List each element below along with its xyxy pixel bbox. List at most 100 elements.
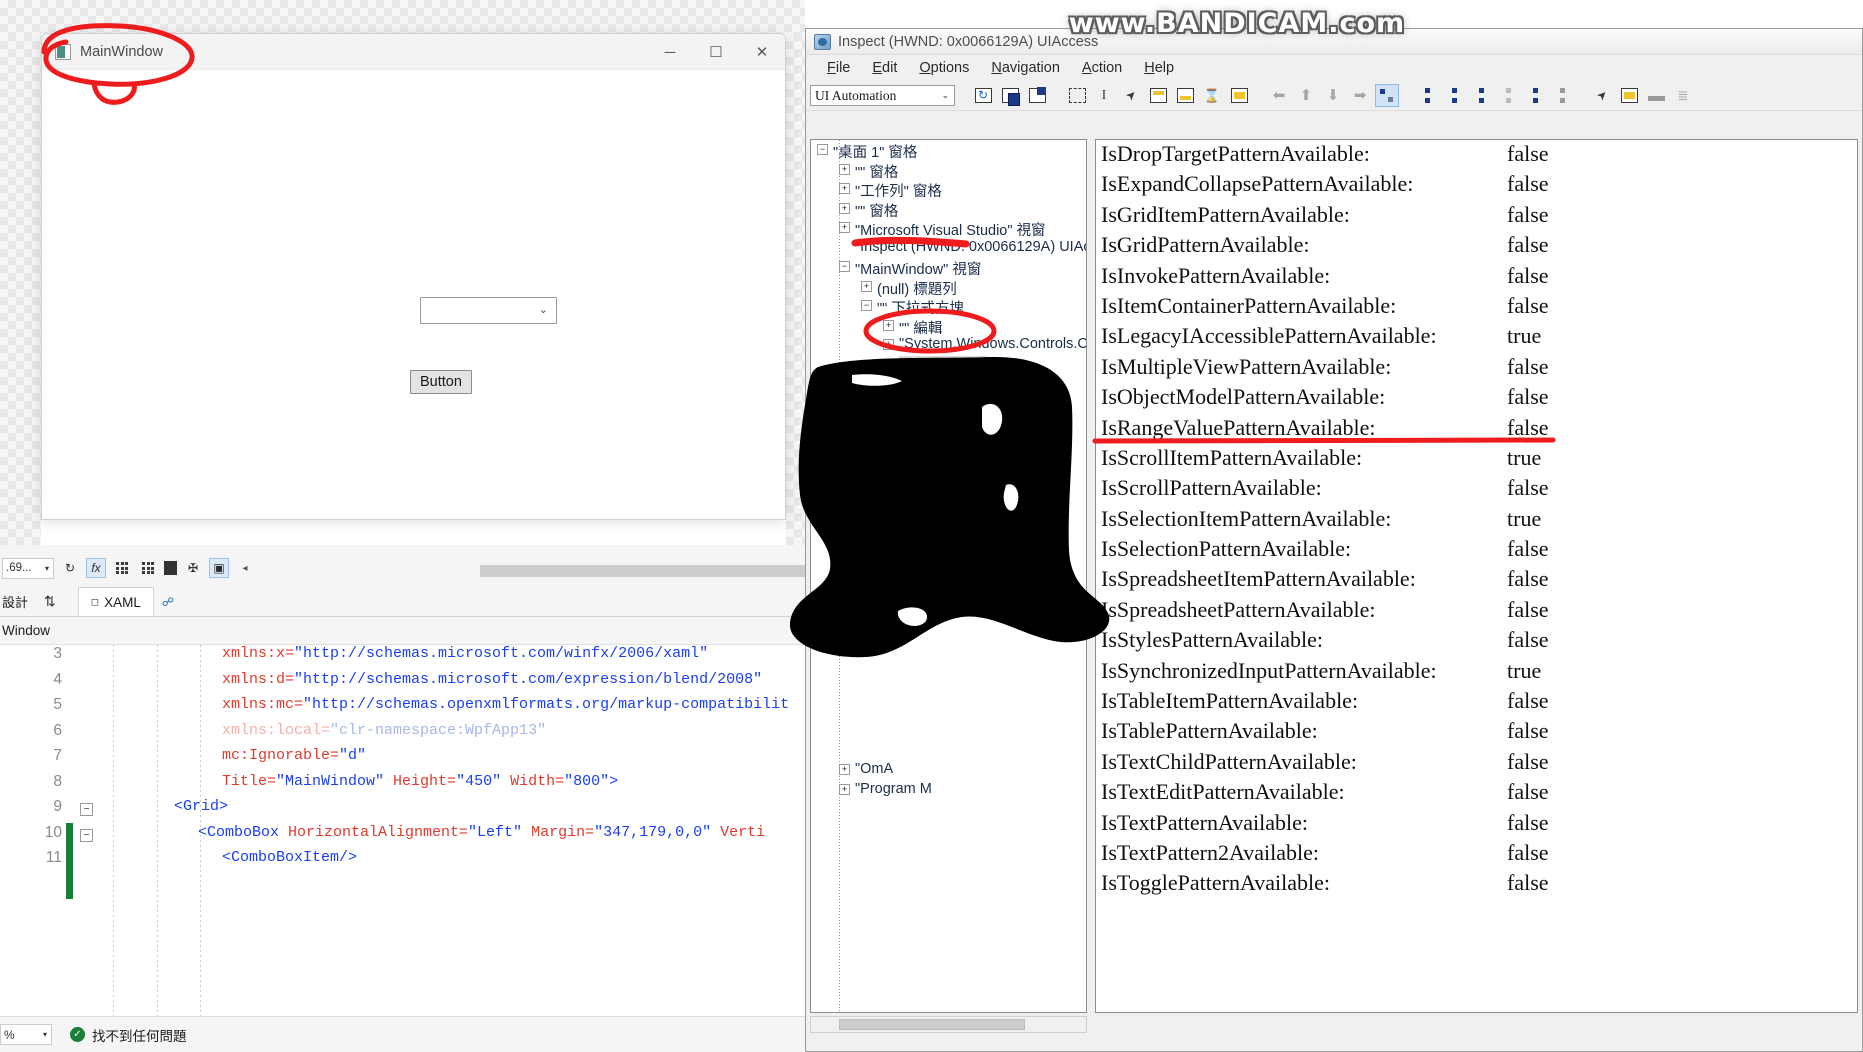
property-row[interactable]: IsTextPatternAvailable: false — [1096, 809, 1857, 839]
collapse-icon[interactable]: − — [80, 803, 93, 816]
pan-icon[interactable]: ▣ — [209, 558, 229, 578]
designer-horizontal-scrollbar[interactable] — [480, 565, 805, 577]
property-row[interactable]: IsTextPattern2Available: false — [1096, 839, 1857, 869]
tree-node[interactable]: + (null) 標題列 — [811, 277, 1086, 298]
design-tab-label[interactable]: 設計 — [2, 592, 28, 611]
chevron-down-icon[interactable]: ▾ — [45, 564, 49, 573]
code-line[interactable]: 5 xmlns:mc="http://schemas.openxmlformats… — [0, 696, 805, 722]
collapse-icon[interactable]: − — [861, 300, 872, 311]
keyboard-icon[interactable] — [1227, 84, 1251, 107]
tree-node[interactable]: − "桌面 1" 窗格 — [811, 140, 1086, 161]
tree-node[interactable]: "Inspect (HWND: 0x0066129A) UIAcces — [811, 238, 1086, 258]
tree-node[interactable]: + "" 窗格 — [811, 199, 1086, 220]
code-line[interactable]: 6 xmlns:local="clr-namespace:WpfApp13" — [0, 722, 805, 748]
highlight-rect-icon[interactable] — [1617, 84, 1641, 107]
property-row[interactable]: IsObjectModelPatternAvailable: false — [1096, 383, 1857, 413]
menu-item-options[interactable]: Options — [908, 58, 980, 78]
property-row[interactable]: IsGridItemPatternAvailable: false — [1096, 201, 1857, 231]
code-line[interactable]: 4 xmlns:d="http://schemas.microsoft.com/e… — [0, 671, 805, 697]
copy-icon[interactable] — [998, 84, 1022, 107]
watch-cursor-icon[interactable] — [1590, 84, 1614, 107]
property-list[interactable]: IsDropTargetPatternAvailable: false IsExpa… — [1095, 139, 1858, 1013]
grid-icon[interactable] — [112, 558, 132, 578]
hourglass-icon[interactable] — [1200, 84, 1224, 107]
focus-icon[interactable] — [1644, 84, 1668, 107]
property-row[interactable]: IsLegacyIAccessiblePatternAvailable: true — [1096, 322, 1857, 352]
property-row[interactable]: IsTextChildPatternAvailable: false — [1096, 748, 1857, 778]
pointer-icon[interactable] — [1119, 84, 1143, 107]
code-line[interactable]: 3 xmlns:x="http://schemas.microsoft.com/w… — [0, 645, 805, 671]
menu-item-file[interactable]: File — [816, 58, 861, 78]
tree-node[interactable]: + "OmA — [811, 760, 1086, 780]
chevron-down-icon[interactable]: ⌄ — [941, 90, 949, 101]
grid-snap-icon[interactable] — [138, 558, 158, 578]
node-icon[interactable]: ✠ — [183, 558, 203, 578]
expand-icon[interactable]: + — [883, 319, 894, 331]
expand-icon[interactable]: + — [883, 339, 894, 350]
expand-icon[interactable]: + — [839, 202, 850, 214]
back-arrow-icon[interactable]: ⬅ — [1267, 84, 1291, 107]
tree-node[interactable]: + "工作列" 窗格 — [811, 179, 1086, 200]
property-row[interactable]: IsSpreadsheetItemPatternAvailable: false — [1096, 565, 1857, 595]
tree-node[interactable]: + "Microsoft Visual Studio" 視窗 — [811, 218, 1086, 239]
mainwindow-window-controls[interactable]: ─ ☐ ✕ — [647, 34, 785, 70]
ui-mode-combo[interactable]: UI Automation ⌄ — [810, 85, 955, 106]
property-row[interactable]: IsExpandCollapsePatternAvailable: false — [1096, 170, 1857, 200]
mainwindow-app-window[interactable]: MainWindow ─ ☐ ✕ ⌄ Button — [41, 33, 786, 520]
inspect-menubar[interactable]: File Edit Options Navigation Action Help — [806, 55, 1862, 81]
property-row[interactable]: IsSelectionItemPatternAvailable: true — [1096, 505, 1857, 535]
tree-node[interactable]: + "Program M — [811, 780, 1086, 800]
property-row[interactable]: IsMultipleViewPatternAvailable: false — [1096, 353, 1857, 383]
expand-icon[interactable]: + — [839, 183, 850, 194]
property-row[interactable]: IsTextEditPatternAvailable: false — [1096, 778, 1857, 808]
property-row[interactable]: IsScrollPatternAvailable: false — [1096, 474, 1857, 504]
vs-scope-bar[interactable]: Window — [0, 617, 805, 645]
alignment-icon[interactable] — [164, 561, 177, 575]
expand-icon[interactable]: + — [839, 163, 850, 175]
chevron-down-icon[interactable]: ▾ — [43, 1030, 47, 1039]
vs-designer-toolbar[interactable]: .69... ▾ ↻ fx ✠ ▣ ◂ — [0, 553, 805, 583]
last-child-node-icon[interactable] — [1523, 84, 1547, 107]
fx-icon[interactable]: fx — [86, 558, 106, 578]
window-bar-icon[interactable] — [1173, 84, 1197, 107]
tab-xaml[interactable]: ◻ XAML — [77, 587, 154, 616]
property-row[interactable]: IsTableItemPatternAvailable: false — [1096, 687, 1857, 717]
button[interactable]: Button — [410, 370, 472, 394]
pop-out-icon[interactable]: ☍ — [162, 595, 174, 609]
property-row[interactable]: IsRangeValuePatternAvailable: false — [1096, 414, 1857, 444]
code-line[interactable]: 7 mc:Ignorable="d" — [0, 747, 805, 773]
property-row[interactable]: IsTablePatternAvailable: false — [1096, 717, 1857, 747]
code-line[interactable]: 9 − <Grid> — [0, 798, 805, 824]
text-cursor-icon[interactable] — [1092, 84, 1116, 107]
refresh-icon[interactable] — [971, 84, 995, 107]
tree-node[interactable]: + "System.Windows.Controls.Combo — [811, 335, 1086, 355]
sort-icon[interactable]: ≣ — [1671, 84, 1695, 107]
next-sibling-node-icon[interactable] — [1496, 84, 1520, 107]
code-line[interactable]: 8 Title="MainWindow" Height="450" Width="… — [0, 773, 805, 799]
expand-icon[interactable]: + — [839, 222, 850, 233]
forward-arrow-icon[interactable]: ➡ — [1348, 84, 1372, 107]
scrollbar-thumb[interactable] — [839, 1019, 1025, 1030]
refresh-icon[interactable]: ↻ — [60, 558, 80, 578]
inspect-toolbar[interactable]: UI Automation ⌄ ⬅ ⬆ ⬇ ➡ ≣ — [806, 81, 1862, 111]
tree-node[interactable]: − "" 下拉式方塊 — [811, 296, 1086, 317]
close-icon[interactable]: ✕ — [739, 34, 785, 70]
tree-node[interactable]: − "MainWindow" 視窗 — [811, 257, 1086, 278]
xaml-code-editor[interactable]: 3 xmlns:x="http://schemas.microsoft.com/w… — [0, 645, 805, 1016]
parent-node-icon[interactable] — [1415, 84, 1439, 107]
up-arrow-icon[interactable]: ⬆ — [1294, 84, 1318, 107]
property-row[interactable]: IsInvokePatternAvailable: false — [1096, 262, 1857, 292]
swap-panes-icon[interactable]: ⇅ — [44, 593, 56, 610]
property-row[interactable]: IsItemContainerPatternAvailable: false — [1096, 292, 1857, 322]
property-row[interactable]: IsScrollItemPatternAvailable: true — [1096, 444, 1857, 474]
select-rect-icon[interactable] — [1065, 84, 1089, 107]
property-row[interactable]: IsDropTargetPatternAvailable: false — [1096, 140, 1857, 170]
tree-horizontal-scrollbar[interactable] — [810, 1016, 1087, 1033]
tree-view-icon[interactable] — [1375, 84, 1399, 107]
mainwindow-titlebar[interactable]: MainWindow ─ ☐ ✕ — [42, 34, 785, 70]
menu-item-help[interactable]: Help — [1133, 58, 1185, 78]
chevron-down-icon[interactable]: ⌄ — [539, 304, 548, 315]
combobox[interactable]: ⌄ — [420, 297, 557, 324]
property-row[interactable]: IsSpreadsheetPatternAvailable: false — [1096, 596, 1857, 626]
collapse-icon[interactable]: ◂ — [235, 558, 255, 578]
